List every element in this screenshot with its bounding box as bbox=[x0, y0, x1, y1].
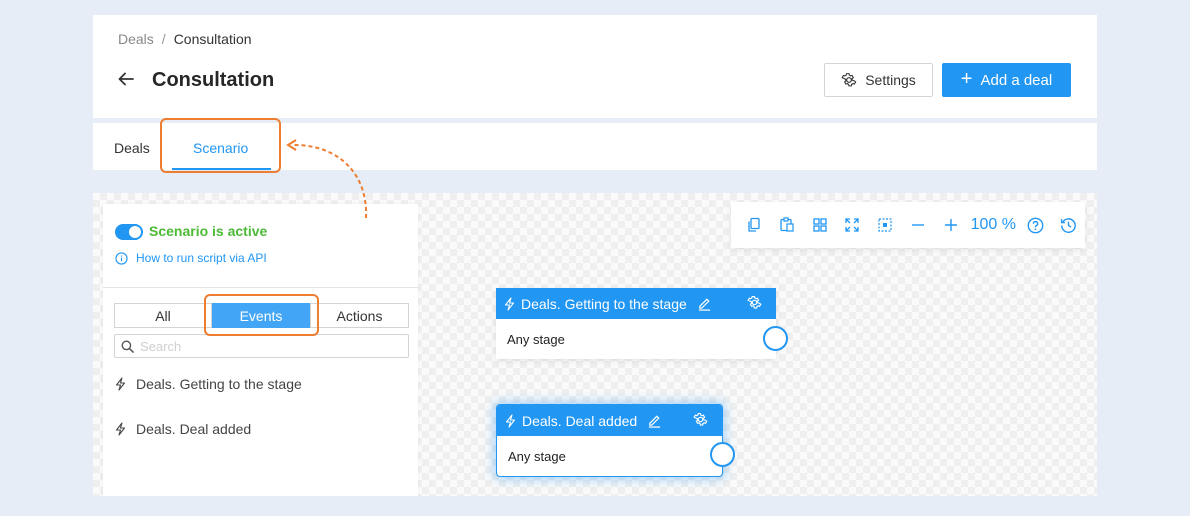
tab-scenario[interactable]: Scenario bbox=[193, 140, 248, 156]
history-button[interactable] bbox=[1052, 213, 1085, 237]
filter-actions[interactable]: Actions bbox=[310, 303, 409, 328]
gear-icon bbox=[841, 73, 857, 87]
grid-icon bbox=[813, 218, 827, 232]
scenario-node-selected[interactable]: Deals. Deal added Any stage bbox=[496, 404, 735, 477]
fit-screen-icon bbox=[845, 218, 860, 232]
search-input[interactable] bbox=[140, 338, 400, 354]
plus-icon: + bbox=[960, 68, 973, 90]
node-header: Deals. Getting to the stage bbox=[496, 288, 776, 319]
list-item-event[interactable]: Deals. Getting to the stage bbox=[115, 376, 302, 392]
zoom-level: 100 % bbox=[970, 216, 1016, 233]
gear-icon[interactable] bbox=[747, 295, 762, 310]
event-label: Deals. Deal added bbox=[136, 421, 252, 437]
history-icon bbox=[1061, 217, 1077, 233]
lightning-icon bbox=[115, 422, 126, 436]
breadcrumb-link-deals[interactable]: Deals bbox=[118, 31, 154, 47]
lightning-icon bbox=[115, 377, 126, 391]
scenario-active-toggle[interactable] bbox=[115, 224, 143, 240]
list-item-event[interactable]: Deals. Deal added bbox=[115, 421, 251, 437]
breadcrumb-separator: / bbox=[161, 31, 166, 47]
node-body-label: Any stage bbox=[508, 448, 566, 464]
api-help-link-label: How to run script via API bbox=[136, 251, 267, 265]
scenario-status-label: Scenario is active bbox=[149, 223, 268, 239]
api-help-link[interactable]: How to run script via API bbox=[115, 251, 267, 265]
zoom-in-button[interactable] bbox=[934, 213, 967, 237]
zoom-out-icon bbox=[911, 224, 924, 226]
info-icon bbox=[115, 251, 128, 265]
back-arrow-icon[interactable] bbox=[117, 70, 135, 88]
select-area-button[interactable] bbox=[869, 213, 902, 237]
events-panel: Scenario is active How to run script via… bbox=[103, 204, 418, 496]
settings-button-label: Settings bbox=[865, 72, 916, 88]
divider bbox=[103, 287, 418, 288]
event-label: Deals. Getting to the stage bbox=[136, 376, 302, 392]
fit-screen-button[interactable] bbox=[836, 213, 869, 237]
tab-bar: Deals Scenario bbox=[93, 123, 1097, 170]
select-area-icon bbox=[878, 218, 892, 232]
zoom-out-button[interactable] bbox=[902, 213, 935, 237]
settings-button[interactable]: Settings bbox=[824, 63, 933, 97]
filter-events[interactable]: Events bbox=[212, 303, 310, 328]
filter-all[interactable]: All bbox=[114, 303, 212, 328]
node-body: Any stage bbox=[496, 319, 788, 359]
add-deal-button[interactable]: + Add a deal bbox=[942, 63, 1071, 97]
node-title: Deals. Deal added bbox=[522, 412, 638, 429]
node-title: Deals. Getting to the stage bbox=[521, 295, 687, 312]
paste-icon bbox=[780, 217, 794, 232]
add-deal-button-label: Add a deal bbox=[980, 71, 1053, 89]
node-output-connector[interactable] bbox=[710, 442, 735, 467]
scenario-canvas[interactable]: Scenario is active How to run script via… bbox=[93, 193, 1097, 496]
grid-button[interactable] bbox=[803, 213, 836, 237]
edit-icon[interactable] bbox=[697, 296, 712, 311]
node-header: Deals. Deal added bbox=[497, 405, 722, 436]
lightning-icon bbox=[504, 296, 515, 311]
zoom-in-icon bbox=[944, 219, 957, 231]
copy-button[interactable] bbox=[738, 213, 771, 237]
paste-button[interactable] bbox=[771, 213, 804, 237]
search-icon bbox=[121, 340, 134, 353]
breadcrumb: Deals / Consultation bbox=[118, 31, 252, 47]
search-field[interactable] bbox=[114, 334, 409, 358]
scenario-node[interactable]: Deals. Getting to the stage Any stage bbox=[496, 288, 788, 359]
gear-icon[interactable] bbox=[693, 412, 708, 427]
canvas-toolbar: 100 % bbox=[731, 202, 1085, 248]
node-body: Any stage bbox=[497, 436, 735, 476]
breadcrumb-current: Consultation bbox=[173, 31, 252, 47]
lightning-icon bbox=[505, 413, 516, 428]
node-output-connector[interactable] bbox=[763, 326, 788, 351]
tab-deals[interactable]: Deals bbox=[114, 140, 150, 156]
help-button[interactable] bbox=[1020, 213, 1053, 237]
copy-icon bbox=[748, 217, 760, 232]
help-icon bbox=[1028, 217, 1044, 233]
edit-icon[interactable] bbox=[647, 413, 662, 428]
node-body-label: Any stage bbox=[507, 331, 565, 347]
page-header: Deals / Consultation Consultation Settings… bbox=[93, 15, 1097, 118]
page-title: Consultation bbox=[152, 69, 275, 91]
active-tab-indicator bbox=[172, 168, 271, 170]
